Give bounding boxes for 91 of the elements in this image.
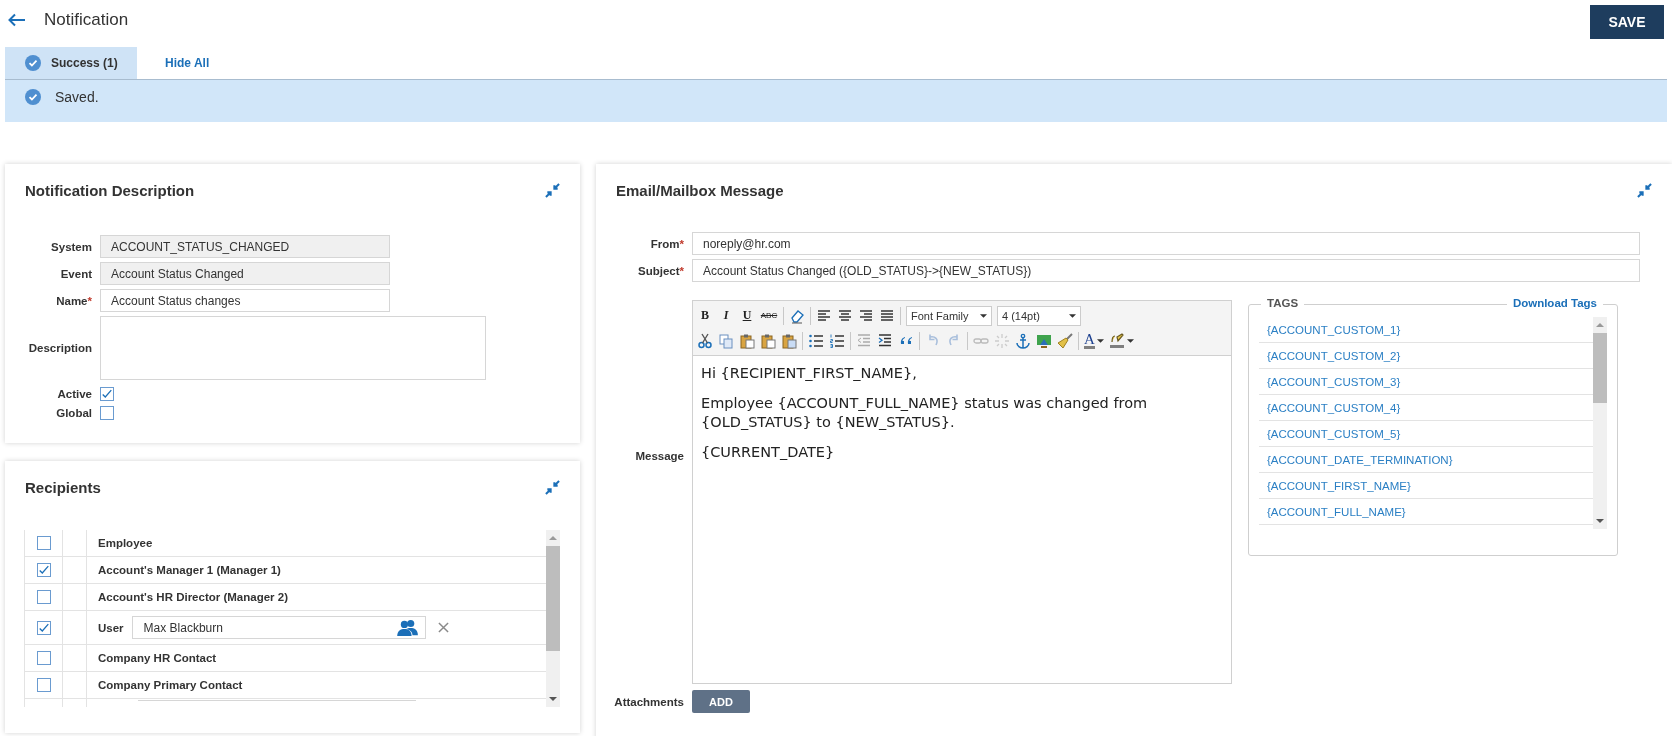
success-check-icon <box>25 89 41 105</box>
field-label: Attachments <box>613 695 684 708</box>
tag-item[interactable]: {ACCOUNT_CUSTOM_5} <box>1267 427 1401 440</box>
checkbox[interactable] <box>100 405 114 420</box>
tag-item[interactable]: {ACCOUNT_FIRST_NAME} <box>1267 479 1411 492</box>
recipient-name: Account's Manager 1 (Manager 1) <box>98 564 281 576</box>
indent-icon[interactable] <box>877 332 893 349</box>
paste-icon[interactable] <box>739 332 755 349</box>
field-label: From <box>650 237 680 250</box>
format-button[interactable]: U <box>739 308 755 323</box>
checkbox-label: Active <box>56 387 92 400</box>
paste-icon[interactable] <box>781 332 797 349</box>
highlight-color-icon[interactable] <box>1108 332 1125 349</box>
checkbox-label: Global <box>55 406 92 419</box>
dropdown-caret-icon[interactable] <box>1126 338 1134 343</box>
numbered-list-icon[interactable] <box>829 332 845 349</box>
message-paragraph: Hi {RECIPIENT_FIRST_NAME}, <box>701 364 918 383</box>
image-icon[interactable] <box>1036 332 1052 349</box>
required-mark: * <box>87 294 92 307</box>
bullet-list-icon[interactable] <box>808 332 824 349</box>
tags-title: TAGS <box>1261 297 1305 309</box>
font-size-select[interactable]: 4 (14pt) <box>997 305 1081 326</box>
collapse-icon[interactable] <box>1637 183 1652 198</box>
page-title: Notification <box>44 10 129 30</box>
cut-icon[interactable] <box>697 332 713 349</box>
anchor-icon[interactable] <box>1015 332 1031 349</box>
recipient-name: User <box>98 621 124 634</box>
recipient-name: Account's HR Director (Manager 2) <box>98 591 288 603</box>
success-check-icon <box>25 55 41 71</box>
checkbox[interactable] <box>36 590 51 604</box>
alert-message: Saved. <box>55 89 99 105</box>
checkbox[interactable] <box>36 536 51 550</box>
text-color-button[interactable]: A <box>1084 332 1095 349</box>
user-field[interactable]: Max Blackburn <box>131 616 426 639</box>
align-icon[interactable] <box>858 307 874 324</box>
checkbox[interactable] <box>36 651 51 665</box>
remove-icon[interactable] <box>437 622 449 633</box>
dropdown-caret-icon[interactable] <box>980 313 987 318</box>
recipient-name: Employee <box>98 537 153 549</box>
alert-tab[interactable]: Success (1) <box>5 47 137 79</box>
recipient-name: Company Primary Contact <box>98 679 243 691</box>
checkbox[interactable] <box>36 678 51 692</box>
back-arrow-icon[interactable] <box>8 13 26 27</box>
align-icon[interactable] <box>816 307 832 324</box>
field-label: Description <box>27 342 92 354</box>
panel-title: Notification Description <box>25 182 195 199</box>
checkbox[interactable] <box>100 386 114 401</box>
field-label: Event <box>60 267 92 280</box>
message-paragraph: Employee {ACCOUNT_FULL_NAME} status was changed from {OLD_STATUS} to {NEW_STATUS}. <box>701 394 1149 432</box>
scrollbar[interactable] <box>546 530 560 707</box>
format-button[interactable]: ABC <box>760 311 778 320</box>
hide-all-link[interactable]: Hide All <box>165 56 210 70</box>
dropdown-caret-icon[interactable] <box>1096 338 1104 343</box>
required-mark: * <box>679 237 684 250</box>
cleanup-brush-icon[interactable] <box>1057 332 1073 349</box>
dropdown-caret-icon[interactable] <box>1069 313 1076 318</box>
scrollbar[interactable] <box>1593 317 1607 529</box>
subject-field[interactable]: Account Status Changed ({OLD_STATUS}->{NEW_STATUS}) <box>692 259 1640 282</box>
tag-item[interactable]: {ACCOUNT_CUSTOM_3} <box>1267 375 1401 388</box>
field-label: Name <box>56 294 88 307</box>
tag-item[interactable]: {ACCOUNT_CUSTOM_2} <box>1267 349 1401 362</box>
people-icon[interactable] <box>396 618 419 637</box>
description-field[interactable] <box>100 316 486 380</box>
panel-title: Recipients <box>25 479 101 496</box>
format-button[interactable]: B <box>697 308 713 323</box>
download-tags-link[interactable]: Download Tags <box>1506 297 1603 309</box>
tag-item[interactable]: {ACCOUNT_CUSTOM_4} <box>1267 401 1401 414</box>
align-icon[interactable] <box>837 307 853 324</box>
tag-item[interactable]: {ACCOUNT_CUSTOM_1} <box>1267 323 1401 336</box>
field-label: System <box>51 240 92 253</box>
field-label: Message <box>634 450 684 462</box>
recipient-name: Company HR Contact <box>98 652 217 664</box>
collapse-icon[interactable] <box>545 183 560 198</box>
message-paragraph: {CURRENT_DATE} <box>701 443 836 462</box>
rich-text-editor[interactable]: B I U ABC Font Family 4 (14pt) A Hi {RECIPIENT_FIRST_NAME}, Employee {ACCOUNT_FULL_NAME} status was changed from {OLD_STATUS} to {NEW_STATUS}. {CURRENT_DATE} <box>692 300 1232 684</box>
paste-icon[interactable] <box>760 332 776 349</box>
field-label: Subject <box>637 264 680 277</box>
checkbox[interactable] <box>36 563 51 577</box>
collapse-icon[interactable] <box>545 480 560 495</box>
panel-title: Email/Mailbox Message <box>616 182 784 199</box>
text-field[interactable]: Account Status changes <box>100 289 390 312</box>
tag-item[interactable]: {ACCOUNT_FULL_NAME} <box>1267 505 1406 518</box>
checkbox[interactable] <box>36 620 51 635</box>
font-family-select[interactable]: Font Family <box>906 305 992 326</box>
required-mark: * <box>679 264 684 277</box>
format-button[interactable]: I <box>718 308 734 323</box>
align-icon[interactable] <box>879 307 895 324</box>
save-button[interactable]: SAVE <box>1590 5 1664 39</box>
add-button[interactable]: ADD <box>692 690 750 713</box>
tag-item[interactable]: {ACCOUNT_DATE_TERMINATION} <box>1267 453 1453 466</box>
from-field[interactable]: noreply@hr.com <box>692 232 1640 255</box>
